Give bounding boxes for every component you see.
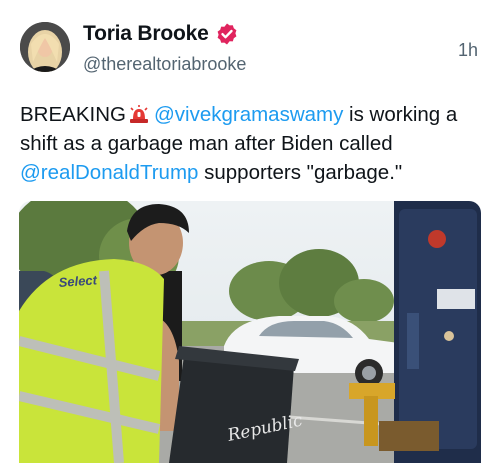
avatar-image <box>20 22 70 72</box>
tweet-media-video[interactable]: Select Republic <box>19 201 481 463</box>
media-frame: Select Republic <box>19 201 481 463</box>
timestamp[interactable]: 1h <box>458 40 478 61</box>
breaking-label: BREAKING <box>20 103 126 126</box>
mention-vivek[interactable]: @vivekgramaswamy <box>154 103 343 126</box>
vest-logo: Select <box>58 272 98 290</box>
author-name[interactable]: Toria Brooke <box>83 22 209 46</box>
mention-trump[interactable]: @realDonaldTrump <box>20 161 198 184</box>
tweet-text: BREAKING @vivekgramaswamy is working a s… <box>20 100 482 187</box>
author-handle[interactable]: @therealtoriabrooke <box>83 54 246 75</box>
avatar[interactable] <box>20 22 70 72</box>
tweet-text-segment: supporters "garbage." <box>198 161 403 184</box>
verified-badge-icon <box>217 23 236 45</box>
siren-icon <box>129 105 148 123</box>
